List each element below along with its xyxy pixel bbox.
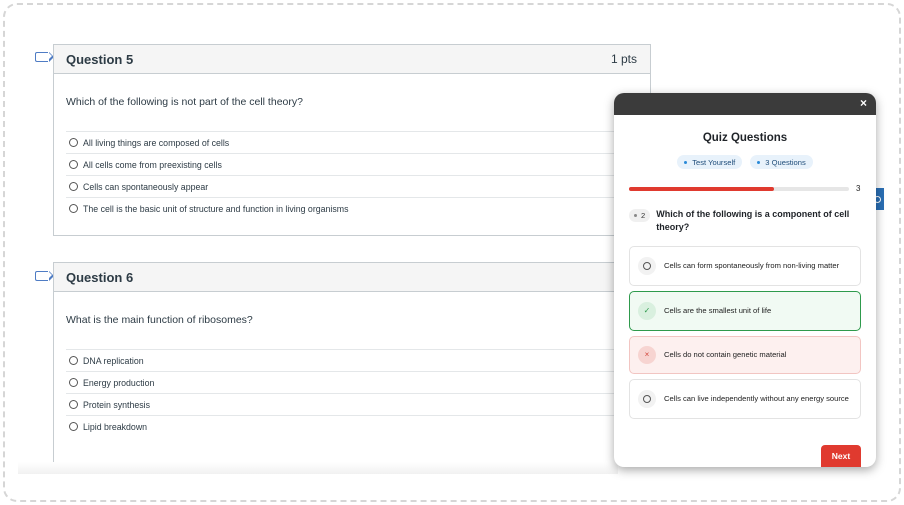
progress-bar (629, 186, 849, 191)
dot-icon (684, 160, 688, 164)
quiz-questions-panel: × Quiz Questions Test Yourself 3 Questio… (614, 93, 876, 467)
radio-icon (638, 390, 656, 408)
radio-icon[interactable] (69, 356, 78, 365)
question-5-card: Question 5 1 pts Which of the following … (53, 44, 651, 236)
flag-question-icon[interactable] (35, 51, 54, 62)
answer-list: DNA replication Energy production Protei… (66, 349, 638, 437)
option-label: Cells do not contain genetic material (664, 349, 787, 359)
radio-icon[interactable] (69, 422, 78, 431)
cross-icon: × (638, 346, 656, 364)
dot-icon (634, 214, 637, 217)
radio-icon[interactable] (69, 378, 78, 387)
option-label: Cells can live independently without any… (664, 393, 849, 403)
radio-icon[interactable] (69, 204, 78, 213)
progress-fill (629, 186, 775, 191)
next-button[interactable]: Next (821, 445, 861, 467)
answer-list: All living things are composed of cells … (66, 131, 638, 219)
progress-row: 3 (629, 184, 861, 193)
panel-badges: Test Yourself 3 Questions (614, 155, 876, 169)
option-label: Cells are the smallest unit of life (664, 305, 772, 315)
progress-count: 3 (856, 184, 861, 193)
flag-question-icon[interactable] (35, 270, 54, 281)
answer-label: Lipid breakdown (83, 421, 148, 432)
answer-option[interactable]: Lipid breakdown (66, 415, 638, 437)
radio-icon[interactable] (69, 400, 78, 409)
answer-option[interactable]: The cell is the basic unit of structure … (66, 197, 638, 219)
panel-title: Quiz Questions (702, 132, 788, 144)
current-question: 2 Which of the following is a component … (629, 208, 861, 233)
question-number-badge: 2 (629, 209, 651, 222)
answer-option[interactable]: Cells can spontaneously appear (66, 175, 638, 197)
answer-label: Protein synthesis (83, 399, 150, 410)
option-list: Cells can form spontaneously from non-li… (629, 246, 861, 419)
badge-question-count: 3 Questions (750, 155, 813, 169)
question-text: Which of the following is not part of th… (66, 96, 303, 108)
badge-label: 3 Questions (765, 157, 806, 167)
page-bottom-shade (18, 462, 618, 474)
option-card-incorrect[interactable]: × Cells do not contain genetic material (629, 336, 861, 374)
answer-option[interactable]: DNA replication (66, 349, 638, 371)
question-text: Which of the following is a component of… (656, 209, 850, 232)
question-6-card: Question 6 What is the main function of … (53, 262, 651, 462)
answer-option[interactable]: All cells come from preexisting cells (66, 153, 638, 175)
check-icon: ✓ (638, 302, 656, 320)
question-points: 1 pts (610, 52, 637, 66)
answer-label: DNA replication (83, 355, 144, 366)
answer-option[interactable]: Energy production (66, 371, 638, 393)
answer-label: The cell is the basic unit of structure … (83, 203, 349, 214)
question-title: Question 6 (66, 269, 134, 285)
badge-test-yourself: Test Yourself (677, 155, 743, 169)
option-card[interactable]: Cells can form spontaneously from non-li… (629, 246, 861, 286)
dot-icon (757, 160, 761, 164)
question-header: Question 6 (54, 263, 650, 292)
radio-icon[interactable] (69, 160, 78, 169)
radio-icon[interactable] (69, 138, 78, 147)
answer-option[interactable]: All living things are composed of cells (66, 131, 638, 153)
answer-option[interactable]: Protein synthesis (66, 393, 638, 415)
option-card[interactable]: Cells can live independently without any… (629, 379, 861, 419)
answer-label: Energy production (83, 377, 155, 388)
badge-label: Test Yourself (692, 157, 736, 167)
answer-label: All living things are composed of cells (83, 137, 230, 148)
close-icon[interactable]: × (860, 96, 867, 110)
answer-label: All cells come from preexisting cells (83, 159, 222, 170)
answer-label: Cells can spontaneously appear (83, 181, 209, 192)
question-text: What is the main function of ribosomes? (66, 314, 253, 326)
option-label: Cells can form spontaneously from non-li… (664, 260, 840, 270)
question-header: Question 5 1 pts (54, 45, 650, 74)
option-card-correct[interactable]: ✓ Cells are the smallest unit of life (629, 291, 861, 331)
question-number: 2 (641, 211, 646, 220)
radio-icon (638, 257, 656, 275)
radio-icon[interactable] (69, 182, 78, 191)
question-title: Question 5 (66, 51, 134, 67)
panel-header-bar: × (614, 93, 876, 115)
